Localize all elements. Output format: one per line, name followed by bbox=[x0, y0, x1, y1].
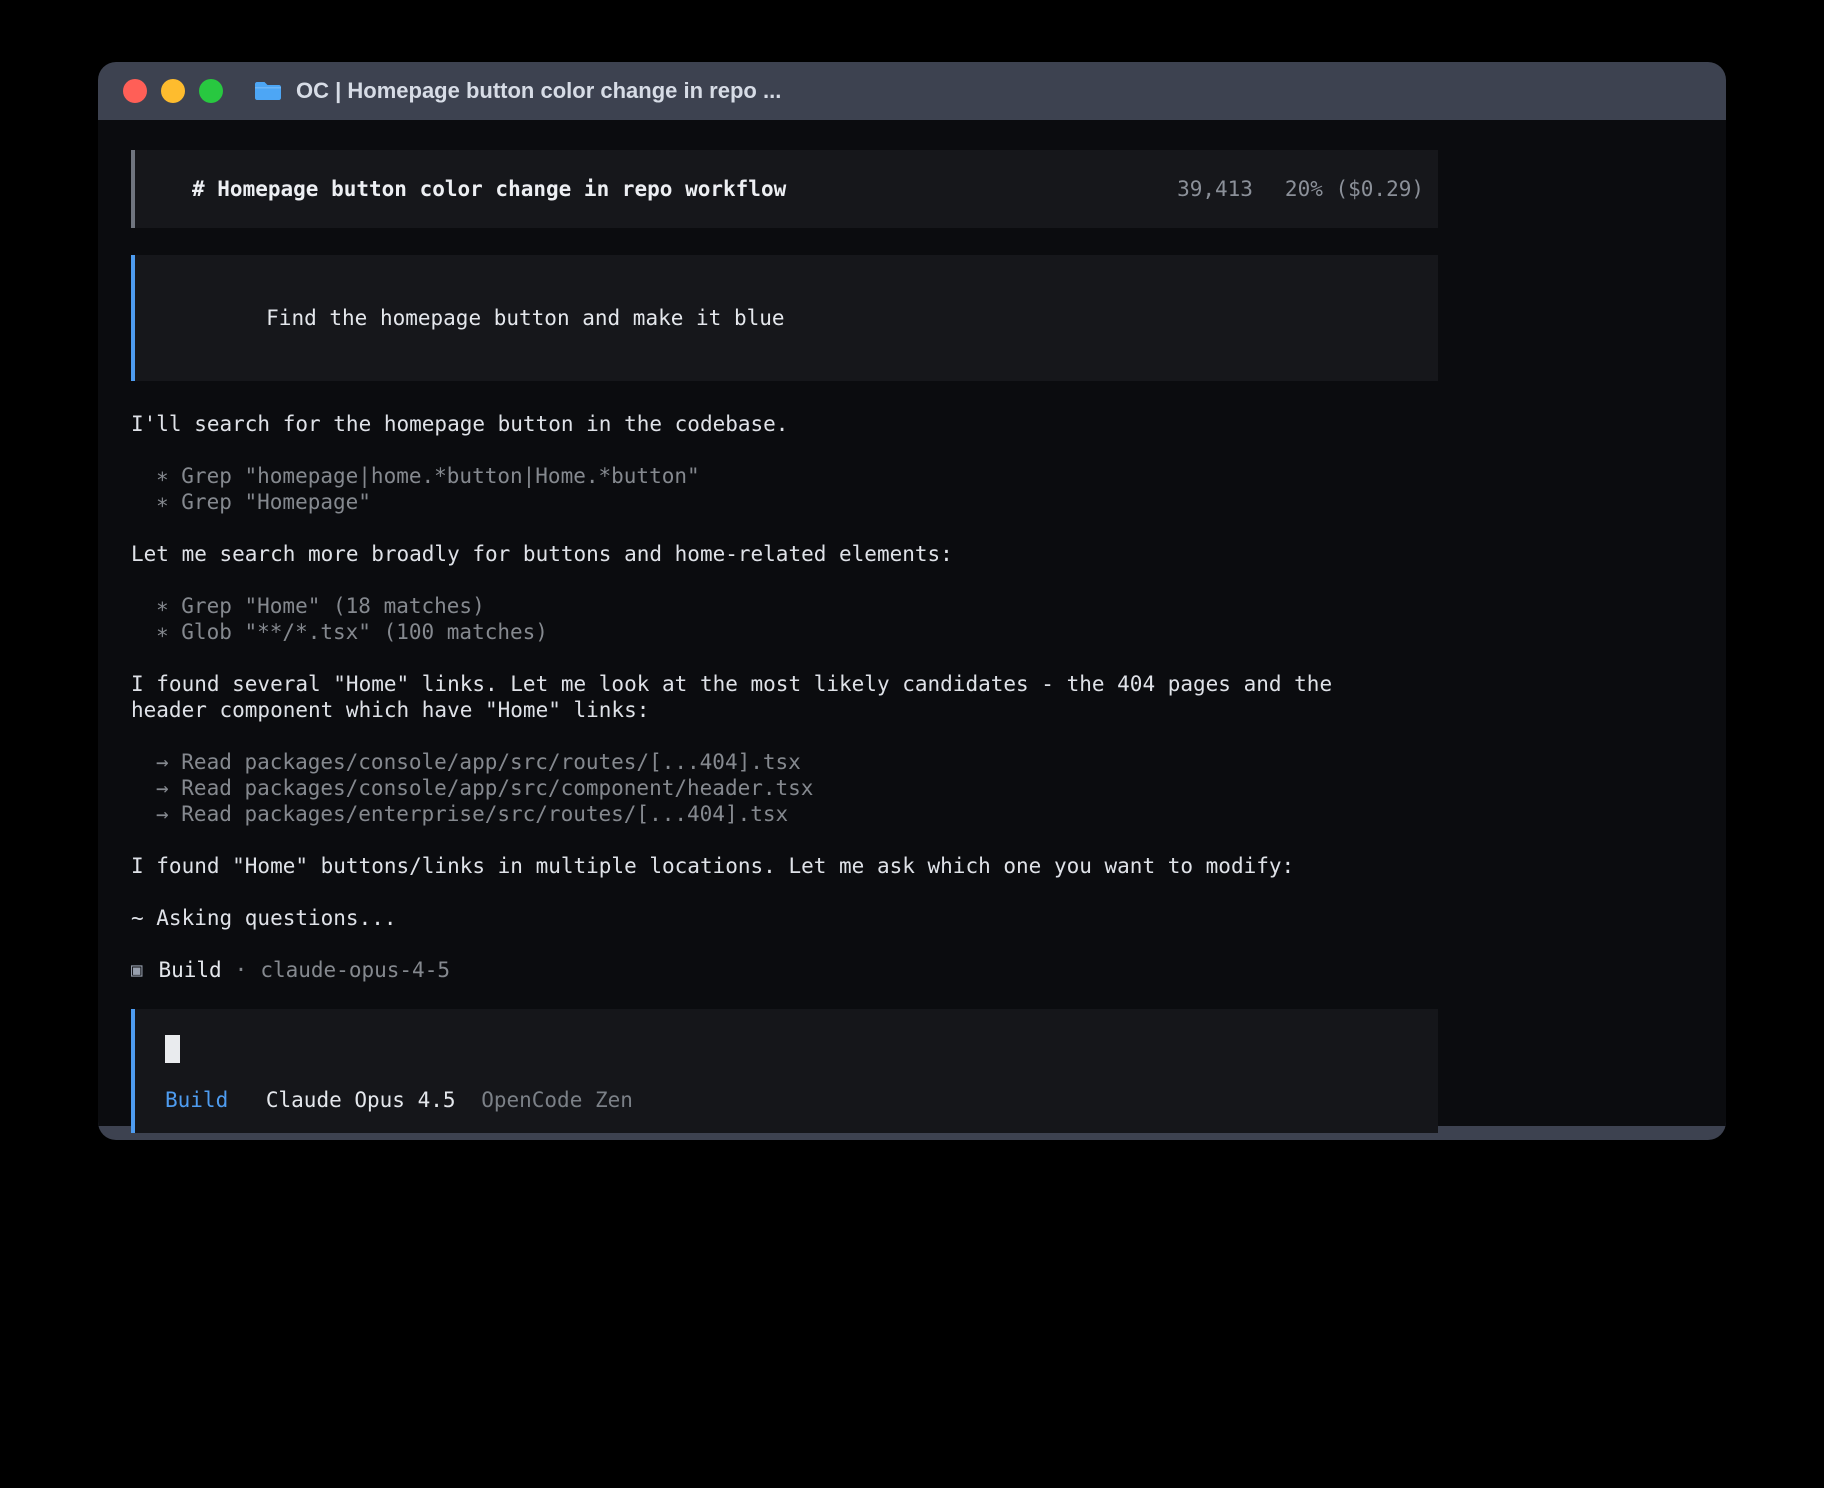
input-provider-name: OpenCode Zen bbox=[481, 1088, 633, 1112]
input-agent-mode: Build bbox=[165, 1088, 228, 1112]
terminal-window: OC | Homepage button color change in rep… bbox=[98, 62, 1726, 1140]
assistant-text: Let me search more broadly for buttons a… bbox=[131, 541, 1438, 567]
session-title: # Homepage button color change in repo w… bbox=[192, 176, 786, 202]
zoom-button[interactable] bbox=[199, 79, 223, 103]
separator-dot: · bbox=[235, 957, 248, 983]
input-status-line: Build Claude Opus 4.5 OpenCode Zen bbox=[165, 1087, 1408, 1113]
agent-status-icon: ▣ bbox=[131, 957, 142, 983]
assistant-text: I found "Home" buttons/links in multiple… bbox=[131, 853, 1438, 879]
tool-call-read: → Read packages/console/app/src/routes/[… bbox=[131, 749, 1438, 775]
conversation: I'll search for the homepage button in t… bbox=[131, 411, 1438, 983]
agent-name: Build bbox=[158, 957, 221, 983]
user-message: Find the homepage button and make it blu… bbox=[131, 255, 1438, 381]
input-model-name: Claude Opus 4.5 bbox=[266, 1088, 456, 1112]
assistant-status-text: ~ Asking questions... bbox=[131, 905, 1438, 931]
text-cursor bbox=[165, 1035, 180, 1063]
token-count: 39,413 bbox=[1177, 177, 1253, 201]
titlebar: OC | Homepage button color change in rep… bbox=[98, 62, 1726, 120]
traffic-lights bbox=[123, 79, 223, 103]
agent-status-line: ▣ Build · claude-opus-4-5 bbox=[131, 957, 1438, 983]
close-button[interactable] bbox=[123, 79, 147, 103]
tool-call-glob: ∗ Glob "**/*.tsx" (100 matches) bbox=[131, 619, 1438, 645]
assistant-text: I found several "Home" links. Let me loo… bbox=[131, 671, 1438, 723]
session-stats: 39,413 20% ($0.29) bbox=[1177, 176, 1424, 202]
assistant-text: I'll search for the homepage button in t… bbox=[131, 411, 1438, 437]
context-cost: 20% ($0.29) bbox=[1285, 177, 1424, 201]
prompt-input[interactable]: Build Claude Opus 4.5 OpenCode Zen bbox=[131, 1009, 1438, 1133]
user-message-text: Find the homepage button and make it blu… bbox=[266, 306, 784, 330]
minimize-button[interactable] bbox=[161, 79, 185, 103]
session-header: # Homepage button color change in repo w… bbox=[131, 150, 1438, 228]
tool-call-read: → Read packages/enterprise/src/routes/[.… bbox=[131, 801, 1438, 827]
tool-call-grep: ∗ Grep "Home" (18 matches) bbox=[131, 593, 1438, 619]
terminal-content: # Homepage button color change in repo w… bbox=[98, 120, 1726, 1126]
tool-call-grep: ∗ Grep "homepage|home.*button|Home.*butt… bbox=[131, 463, 1438, 489]
tool-call-read: → Read packages/console/app/src/componen… bbox=[131, 775, 1438, 801]
folder-icon bbox=[253, 79, 283, 103]
window-title: OC | Homepage button color change in rep… bbox=[296, 78, 781, 104]
model-id: claude-opus-4-5 bbox=[260, 957, 450, 983]
tool-call-grep: ∗ Grep "Homepage" bbox=[131, 489, 1438, 515]
